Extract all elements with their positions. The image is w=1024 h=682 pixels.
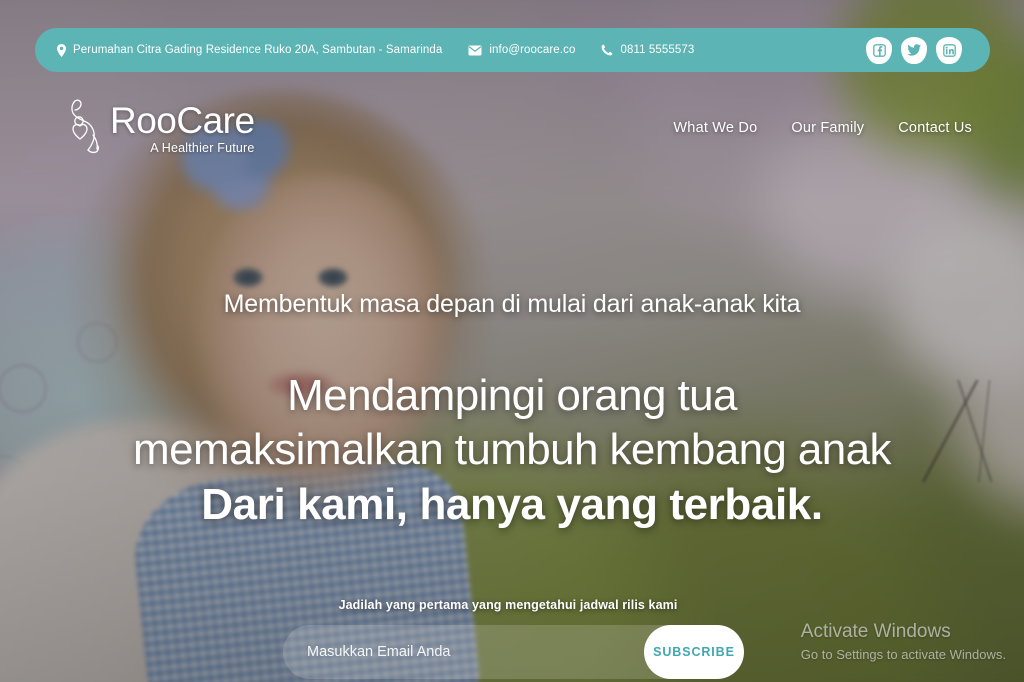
- social-link-linkedin[interactable]: [936, 36, 962, 64]
- twitter-icon: [907, 44, 921, 56]
- phone-icon: [601, 44, 613, 56]
- watermark-title: Activate Windows: [800, 621, 951, 642]
- subscribe-label: Jadilah yang pertama yang mengetahui jad…: [338, 598, 678, 612]
- hero-kicker: Membentuk masa depan di mulai dari anak-…: [223, 290, 801, 318]
- main-navigation: What We Do Our Family Contact Us: [673, 120, 972, 136]
- brand-tagline: A Healthier Future: [150, 140, 255, 155]
- hero-headline-line2: memaksimalkan tumbuh kembang anak: [133, 425, 892, 474]
- brand-text: RooCare A Healthier Future: [110, 99, 255, 155]
- hero-headline-line3: Dari kami, hanya yang terbaik.: [201, 480, 823, 529]
- landing-page: Perumahan Citra Gading Residence Ruko 20…: [0, 0, 1024, 682]
- contact-email-text: info@roocare.co: [489, 44, 576, 56]
- linkedin-icon: [942, 43, 956, 57]
- subscribe-button[interactable]: SUBSCRIBE: [644, 625, 744, 679]
- top-contact-bar: Perumahan Citra Gading Residence Ruko 20…: [35, 28, 990, 72]
- contact-address: Perumahan Citra Gading Residence Ruko 20…: [57, 43, 443, 57]
- contact-email[interactable]: info@roocare.co: [468, 44, 575, 56]
- envelope-icon: [468, 45, 482, 56]
- social-links: [866, 36, 962, 64]
- watermark-subtitle: Go to Settings to activate Windows.: [800, 647, 1006, 662]
- contact-phone[interactable]: 0811 5555573: [601, 44, 694, 56]
- nav-item-contact-us[interactable]: Contact Us: [898, 120, 972, 136]
- contact-phone-text: 0811 5555573: [620, 44, 695, 56]
- hero-headline-line1: Mendampingi orang tua: [287, 371, 737, 420]
- facebook-icon: [872, 43, 886, 57]
- location-pin-icon: [57, 43, 66, 57]
- kangaroo-heart-logo-icon: [62, 95, 106, 162]
- windows-activation-watermark: Activate Windows Go to Settings to activ…: [801, 619, 1006, 664]
- contact-address-text: Perumahan Citra Gading Residence Ruko 20…: [73, 44, 443, 56]
- social-link-facebook[interactable]: [866, 36, 892, 64]
- nav-item-our-family[interactable]: Our Family: [791, 120, 864, 136]
- contact-info-group: Perumahan Citra Gading Residence Ruko 20…: [57, 43, 866, 57]
- subscribe-form: SUBSCRIBE: [283, 625, 744, 679]
- site-header: RooCare A Healthier Future What We Do Ou…: [0, 88, 1024, 168]
- brand-name: RooCare: [110, 99, 255, 141]
- nav-item-what-we-do[interactable]: What We Do: [673, 120, 757, 136]
- subscribe-section: Jadilah yang pertama yang mengetahui jad…: [283, 598, 744, 679]
- brand-logo[interactable]: RooCare A Healthier Future: [62, 95, 255, 162]
- social-link-twitter[interactable]: [901, 36, 927, 64]
- hero-section: Membentuk masa depan di mulai dari anak-…: [0, 290, 1024, 531]
